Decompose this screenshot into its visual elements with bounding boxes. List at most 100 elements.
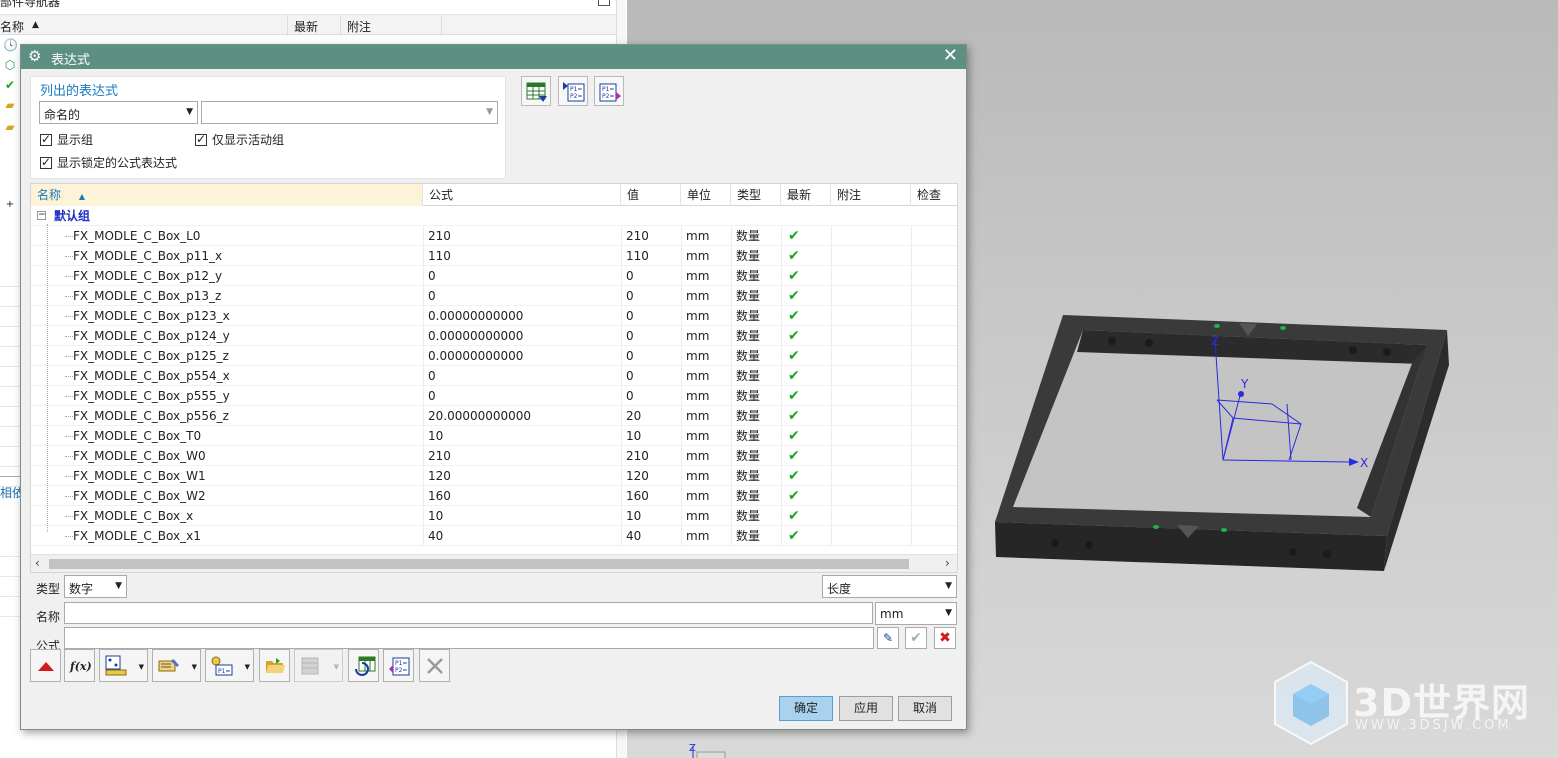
navigator-col-comment[interactable]: 附注 bbox=[347, 18, 371, 35]
table-row[interactable]: FX_MODLE_C_Box_T0 10 10 mm 数量 ✔ bbox=[31, 426, 957, 446]
cell-unit: mm bbox=[686, 329, 710, 343]
expand-icon[interactable]: + bbox=[3, 198, 17, 212]
create-interpart-button[interactable]: P1= ▼ bbox=[205, 649, 254, 682]
col-header-comment[interactable]: 附注 bbox=[831, 184, 911, 206]
scroll-left-icon[interactable]: ‹ bbox=[35, 556, 40, 570]
formula-input[interactable] bbox=[64, 627, 874, 649]
table-row[interactable]: FX_MODLE_C_Box_p556_z 20.00000000000 20 mm 数… bbox=[31, 406, 957, 426]
table-row[interactable]: FX_MODLE_C_Box_p11_x 110 110 mm 数量 ✔ bbox=[31, 246, 957, 266]
table-row[interactable]: FX_MODLE_C_Box_p12_y 0 0 mm 数量 ✔ bbox=[31, 266, 957, 286]
table-row[interactable]: FX_MODLE_C_Box_L0 210 210 mm 数量 ✔ bbox=[31, 226, 957, 246]
cell-formula: 0 bbox=[428, 389, 436, 403]
active-group-only-checkbox[interactable]: 仅显示活动组 bbox=[195, 131, 284, 148]
chevron-down-icon: ▼ bbox=[945, 581, 952, 591]
scroll-right-icon[interactable]: › bbox=[945, 556, 950, 570]
cell-value: 10 bbox=[626, 509, 642, 523]
edit-formula-button[interactable]: ✎ bbox=[877, 627, 899, 649]
cell-value: 0 bbox=[626, 349, 634, 363]
table-row[interactable]: FX_MODLE_C_Box_x1 40 40 mm 数量 ✔ bbox=[31, 526, 957, 546]
table-row[interactable]: FX_MODLE_C_Box_p555_y 0 0 mm 数量 ✔ bbox=[31, 386, 957, 406]
table-row[interactable]: FX_MODLE_C_Box_p124_y 0.00000000000 0 mm 数量 ✔ bbox=[31, 326, 957, 346]
table-row[interactable]: FX_MODLE_C_Box_x 10 10 mm 数量 ✔ bbox=[31, 506, 957, 526]
cell-type: 数量 bbox=[736, 449, 761, 463]
chevron-down-icon: ▼ bbox=[486, 107, 493, 117]
cell-type: 数量 bbox=[736, 329, 761, 343]
name-input[interactable] bbox=[64, 602, 873, 624]
col-header-unit[interactable]: 单位 bbox=[681, 184, 731, 206]
table-row[interactable]: FX_MODLE_C_Box_W2 160 160 mm 数量 ✔ bbox=[31, 486, 957, 506]
collapse-icon[interactable]: − bbox=[37, 211, 46, 220]
cell-value: 110 bbox=[626, 249, 649, 263]
table-row[interactable]: FX_MODLE_C_Box_p554_x 0 0 mm 数量 ✔ bbox=[31, 366, 957, 386]
reject-edit-button[interactable]: ✖ bbox=[934, 627, 956, 649]
cell-latest: ✔ bbox=[788, 408, 800, 424]
collapse-dialog-button[interactable] bbox=[30, 649, 61, 682]
col-header-latest[interactable]: 最新 bbox=[781, 184, 831, 206]
col-header-formula[interactable]: 公式 bbox=[423, 184, 621, 206]
triad-z-label: Z bbox=[689, 743, 696, 754]
cell-formula: 120 bbox=[428, 469, 451, 483]
edit-note-icon: ✎ bbox=[882, 631, 894, 645]
show-groups-checkbox[interactable]: 显示组 bbox=[40, 131, 93, 148]
open-file-button[interactable] bbox=[259, 649, 290, 682]
table-row[interactable]: FX_MODLE_C_Box_W1 120 120 mm 数量 ✔ bbox=[31, 466, 957, 486]
horizontal-scrollbar[interactable]: ‹ › bbox=[31, 554, 957, 572]
name-label: 名称 bbox=[36, 610, 61, 624]
navigator-col-name[interactable]: 名称 bbox=[0, 18, 24, 35]
navigator-col-latest[interactable]: 最新 bbox=[294, 18, 318, 35]
export-expressions-button[interactable]: P1= P2= bbox=[594, 76, 624, 106]
scrollbar-thumb[interactable] bbox=[49, 559, 909, 569]
col-header-name[interactable]: 名称 ▲ bbox=[31, 184, 423, 206]
accept-edit-button[interactable]: ✔ bbox=[905, 627, 927, 649]
sort-up-icon[interactable]: ▲ bbox=[32, 20, 39, 30]
show-locked-formula-checkbox[interactable]: 显示锁定的公式表达式 bbox=[40, 154, 177, 171]
close-icon[interactable]: ✕ bbox=[943, 46, 958, 66]
cell-formula: 0 bbox=[428, 289, 436, 303]
unit-select[interactable]: mm ▼ bbox=[875, 602, 957, 625]
check-icon: ✔ bbox=[910, 630, 922, 646]
col-header-value[interactable]: 值 bbox=[621, 184, 681, 206]
expression-filter-select[interactable]: 命名的 ▼ bbox=[39, 101, 198, 124]
reference-button[interactable]: ▼ bbox=[152, 649, 201, 682]
apply-button[interactable]: 应用 bbox=[839, 696, 893, 721]
dimension-select-value: 长度 bbox=[827, 582, 852, 596]
import-expressions-button[interactable]: P1= P2= bbox=[558, 76, 588, 106]
cell-name: FX_MODLE_C_Box_L0 bbox=[73, 229, 201, 243]
measure-button[interactable]: ▼ bbox=[99, 649, 148, 682]
navigator-maximize-icon[interactable] bbox=[598, 0, 610, 6]
group-row-default[interactable]: − 默认组 bbox=[31, 206, 957, 226]
table-row[interactable]: FX_MODLE_C_Box_p125_z 0.00000000000 0 mm 数量 ✔ bbox=[31, 346, 957, 366]
fx-icon: f(x) bbox=[69, 660, 91, 673]
cell-formula: 0.00000000000 bbox=[428, 309, 524, 323]
dialog-titlebar[interactable]: ⚙ 表达式 ✕ bbox=[21, 45, 966, 69]
open-folder-icon: ▰ bbox=[5, 120, 15, 134]
dialog-title: 表达式 bbox=[51, 53, 91, 68]
import-p1-p2-button[interactable]: P1= P2= bbox=[383, 649, 414, 682]
col-header-check[interactable]: 检查 bbox=[911, 184, 957, 206]
delete-expression-button[interactable] bbox=[419, 649, 450, 682]
spreadsheet-edit-button[interactable]: ▼ bbox=[294, 649, 343, 682]
table-row[interactable]: FX_MODLE_C_Box_W0 210 210 mm 数量 ✔ bbox=[31, 446, 957, 466]
navigator-title: 部件导航器 bbox=[0, 0, 61, 9]
svg-text:P1=: P1= bbox=[570, 86, 582, 93]
p1-link-icon: P1= bbox=[211, 656, 233, 676]
cell-type: 数量 bbox=[736, 309, 761, 323]
checkbox-checked-icon bbox=[40, 155, 52, 169]
dimension-select[interactable]: 长度 ▼ bbox=[822, 575, 957, 598]
cell-type: 数量 bbox=[736, 469, 761, 483]
expressions-table: 名称 ▲ 公式 值 单位 类型 最新 附注 检查 − 默认组 FX_MODLE_… bbox=[30, 183, 958, 573]
cell-type: 数量 bbox=[736, 249, 761, 263]
type-select[interactable]: 数字 ▼ bbox=[64, 575, 127, 598]
col-header-type[interactable]: 类型 bbox=[731, 184, 781, 206]
cell-type: 数量 bbox=[736, 409, 761, 423]
table-row[interactable]: FX_MODLE_C_Box_p13_z 0 0 mm 数量 ✔ bbox=[31, 286, 957, 306]
refresh-spreadsheet-button[interactable] bbox=[348, 649, 379, 682]
function-button[interactable]: f(x) bbox=[64, 649, 95, 682]
table-row[interactable]: FX_MODLE_C_Box_p123_x 0.00000000000 0 mm 数量 ✔ bbox=[31, 306, 957, 326]
ok-button[interactable]: 确定 bbox=[779, 696, 833, 721]
navigator-header: 名称 ▲ 最新 附注 bbox=[0, 14, 616, 36]
cancel-button[interactable]: 取消 bbox=[898, 696, 952, 721]
export-spreadsheet-button[interactable] bbox=[521, 76, 551, 106]
svg-text:P1=: P1= bbox=[395, 660, 407, 667]
expression-search-combo[interactable]: ▼ bbox=[201, 101, 498, 124]
